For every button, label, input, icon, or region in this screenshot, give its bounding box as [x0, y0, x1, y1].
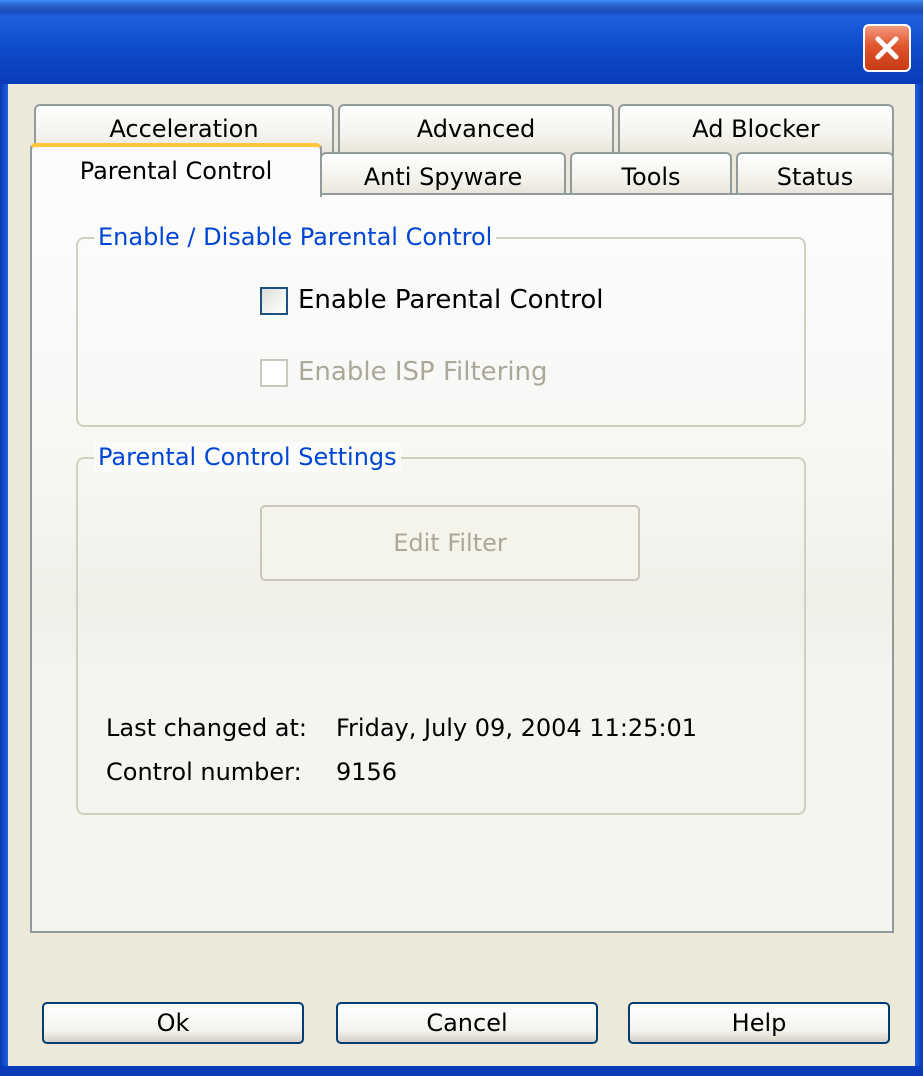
tab-label: Ad Blocker	[692, 115, 820, 143]
tab-ad-blocker[interactable]: Ad Blocker	[618, 104, 894, 156]
help-button-label: Help	[731, 1009, 787, 1037]
tab-label: Advanced	[416, 115, 536, 143]
dialog-window: Acceleration Advanced Ad Blocker Parenta…	[0, 0, 923, 1076]
close-button[interactable]	[863, 24, 911, 72]
close-icon	[875, 36, 899, 60]
cancel-button-label: Cancel	[426, 1009, 508, 1037]
tab-label: Anti Spyware	[363, 163, 523, 191]
window-frame-left	[0, 84, 8, 1076]
title-bar[interactable]	[0, 0, 923, 84]
tab-advanced[interactable]: Advanced	[338, 104, 614, 156]
tab-tools[interactable]: Tools	[570, 152, 732, 196]
ok-button[interactable]: Ok	[42, 1002, 304, 1044]
tab-anti-spyware[interactable]: Anti Spyware	[320, 152, 566, 196]
cancel-button[interactable]: Cancel	[336, 1002, 598, 1044]
enable-parental-control-checkbox[interactable]	[260, 287, 288, 315]
tab-status[interactable]: Status	[736, 152, 894, 196]
tab-label: Tools	[621, 163, 681, 191]
tab-label: Parental Control	[79, 157, 273, 185]
tab-label: Acceleration	[109, 115, 259, 143]
tab-label: Status	[776, 163, 854, 191]
window-frame-bottom	[0, 1066, 923, 1076]
enable-parental-control-label[interactable]: Enable Parental Control	[298, 285, 603, 315]
help-button[interactable]: Help	[628, 1002, 890, 1044]
tab-parental-control[interactable]: Parental Control	[30, 143, 322, 197]
window-frame-right	[915, 84, 923, 1076]
ok-button-label: Ok	[156, 1009, 190, 1037]
